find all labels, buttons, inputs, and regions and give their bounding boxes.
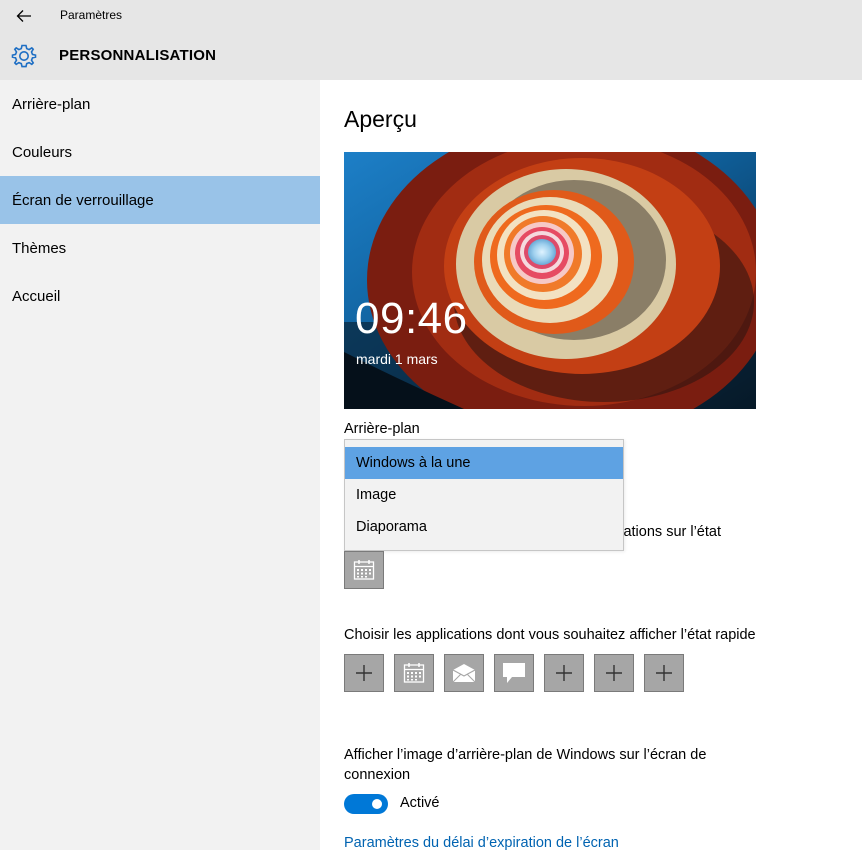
- calendar-icon: [353, 560, 375, 580]
- quick-status-slot-6[interactable]: [594, 654, 634, 692]
- quick-status-slot-5[interactable]: [544, 654, 584, 692]
- detailed-status-app-button[interactable]: [344, 551, 384, 589]
- option-image[interactable]: Image: [345, 479, 623, 511]
- arrow-left-icon: [16, 10, 31, 22]
- sidebar-item-arriere-plan[interactable]: Arrière-plan: [0, 80, 320, 128]
- back-button[interactable]: [10, 5, 38, 27]
- quick-status-slot-4[interactable]: [494, 654, 534, 692]
- quick-status-slot-7[interactable]: [644, 654, 684, 692]
- screen-timeout-settings-link[interactable]: Paramètres du délai d’expiration de l’éc…: [344, 835, 619, 851]
- quick-status-label: Choisir les applications dont vous souha…: [344, 627, 756, 643]
- mail-icon: [452, 664, 476, 683]
- toggle-knob: [372, 799, 382, 809]
- message-icon: [503, 663, 525, 683]
- plus-icon: [606, 665, 622, 681]
- plus-icon: [556, 665, 572, 681]
- option-diaporama[interactable]: Diaporama: [345, 511, 623, 543]
- quick-status-slot-1[interactable]: [344, 654, 384, 692]
- sidebar-item-ecran-de-verrouillage[interactable]: Écran de verrouillage: [0, 176, 320, 224]
- sidebar-item-themes[interactable]: Thèmes: [0, 224, 320, 272]
- plus-icon: [656, 665, 672, 681]
- signin-background-label: Afficher l’image d’arrière-plan de Windo…: [344, 747, 707, 783]
- lock-screen-preview: 09:46 mardi 1 mars: [344, 152, 756, 409]
- sidebar-item-couleurs[interactable]: Couleurs: [0, 128, 320, 176]
- preview-date: mardi 1 mars: [356, 351, 438, 367]
- sidebar: Arrière-plan Couleurs Écran de verrouill…: [0, 80, 320, 850]
- preview-heading: Aperçu: [344, 106, 417, 132]
- plus-icon: [356, 665, 372, 681]
- option-windows-a-la-une[interactable]: Windows à la une: [345, 447, 623, 479]
- quick-status-slot-3[interactable]: [444, 654, 484, 692]
- calendar-icon: [403, 663, 425, 683]
- background-label: Arrière-plan: [344, 421, 420, 437]
- preview-clock: 09:46: [355, 294, 468, 343]
- background-dropdown-list: Windows à la une Image Diaporama: [344, 439, 624, 551]
- main-content: Aperçu 09:46 mardi 1 mars Arrière-plan a…: [320, 80, 862, 851]
- sidebar-item-accueil[interactable]: Accueil: [0, 272, 320, 320]
- toggle-state-label: Activé: [400, 795, 440, 811]
- app-title: Paramètres: [60, 8, 123, 22]
- gear-icon: [11, 44, 37, 68]
- quick-status-slot-2[interactable]: [394, 654, 434, 692]
- title-bar: Paramètres PERSONNALISATION: [0, 0, 862, 80]
- section-title: PERSONNALISATION: [59, 47, 217, 64]
- signin-background-toggle[interactable]: [344, 794, 388, 814]
- spiral-staircase-image: [344, 152, 756, 409]
